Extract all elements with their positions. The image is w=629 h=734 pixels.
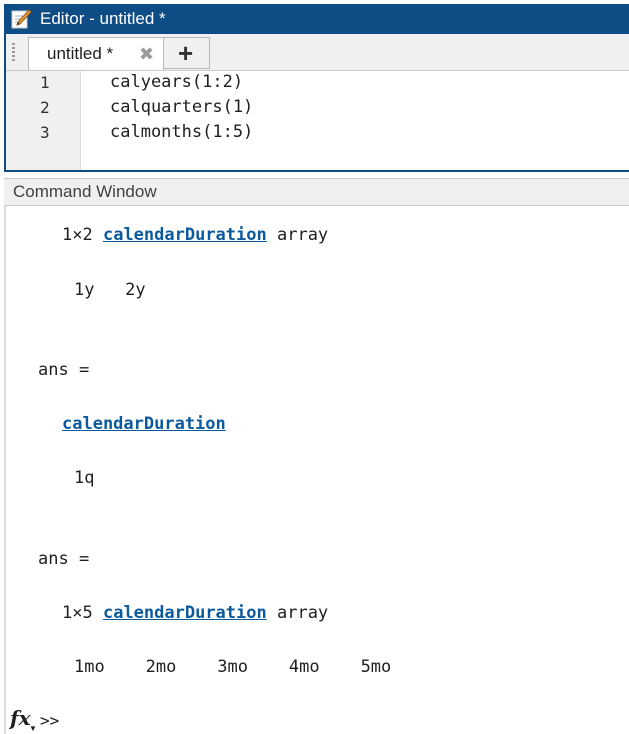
output-values: 1mo 2mo 3mo 4mo 5mo bbox=[74, 657, 392, 677]
code-area[interactable]: 1 calyears(1:2) 2 calquarters(1) 3 calmo… bbox=[6, 71, 629, 170]
code-line[interactable]: calmonths(1:5) bbox=[110, 122, 253, 142]
tab-untitled[interactable]: untitled * ✖ bbox=[28, 37, 164, 70]
pencil-edit-icon bbox=[11, 9, 32, 29]
calendarduration-link[interactable]: calendarDuration bbox=[103, 603, 267, 623]
output-line: 1×5 calendarDuration array bbox=[62, 603, 329, 623]
tab-label: untitled * bbox=[47, 44, 114, 63]
prompt-symbol: >> bbox=[40, 711, 60, 730]
command-window-header[interactable]: Command Window bbox=[4, 178, 629, 206]
editor-title-bar[interactable]: Editor - untitled * bbox=[6, 4, 629, 34]
calendarduration-link[interactable]: calendarDuration bbox=[62, 414, 226, 434]
fx-icon[interactable]: fx bbox=[10, 706, 31, 730]
line-number: 3 bbox=[40, 123, 50, 142]
ans-label: ans = bbox=[38, 360, 90, 380]
ans-label: ans = bbox=[38, 549, 90, 569]
output-values: 1y 2y bbox=[74, 280, 146, 300]
chevron-down-icon[interactable]: ▼ bbox=[29, 724, 37, 733]
line-number: 2 bbox=[40, 98, 50, 117]
editor-tab-strip: untitled * ✖ + bbox=[6, 34, 629, 71]
editor-title: Editor - untitled * bbox=[40, 9, 166, 28]
code-line[interactable]: calyears(1:2) bbox=[110, 72, 243, 92]
code-line[interactable]: calquarters(1) bbox=[110, 97, 253, 117]
drag-grip-icon[interactable] bbox=[12, 43, 15, 61]
close-icon[interactable]: ✖ bbox=[139, 44, 154, 65]
command-input[interactable] bbox=[70, 708, 614, 734]
add-tab-button[interactable]: + bbox=[164, 37, 210, 69]
command-prompt-row: fx ▼ >> bbox=[4, 706, 629, 734]
calendarduration-link[interactable]: calendarDuration bbox=[103, 225, 267, 245]
output-line: 1×2 calendarDuration array bbox=[62, 225, 329, 245]
command-window-title: Command Window bbox=[13, 182, 157, 201]
output-values: 1q bbox=[74, 468, 95, 488]
editor-window: Editor - untitled * untitled * ✖ + 1 cal… bbox=[4, 4, 629, 172]
output-line: calendarDuration bbox=[62, 414, 226, 434]
plus-icon: + bbox=[178, 38, 194, 68]
line-number: 1 bbox=[40, 73, 50, 92]
